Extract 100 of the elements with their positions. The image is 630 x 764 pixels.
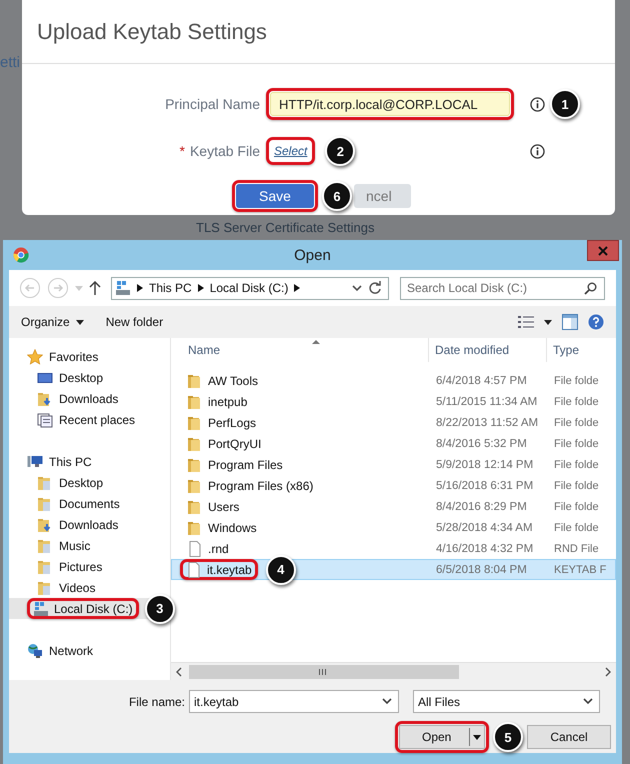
breadcrumb-arrow-icon xyxy=(137,284,143,292)
sidebar-label: This PC xyxy=(49,454,92,468)
type-cell-text: File folde xyxy=(553,522,600,534)
chevron-down-icon xyxy=(583,698,593,705)
sidebar-item[interactable]: Downloads xyxy=(9,514,170,535)
date-cell-text: 5/9/2018 12:14 PM xyxy=(435,458,534,470)
background-text: etti xyxy=(0,54,20,71)
folder-icon xyxy=(187,498,203,514)
breadcrumb-arrow-icon xyxy=(198,284,204,292)
new-folder-button[interactable]: New folder xyxy=(102,313,168,331)
star-icon xyxy=(27,348,43,364)
dialog-title: Upload Keytab Settings xyxy=(37,18,267,44)
type-cell-text: File folde xyxy=(553,396,600,408)
download-folder-icon xyxy=(37,516,53,532)
sidebar-item[interactable]: Desktop xyxy=(9,367,170,388)
info-icon[interactable] xyxy=(530,144,544,158)
refresh-icon[interactable] xyxy=(368,281,382,295)
type-cell-text: File folde xyxy=(553,500,600,512)
type-cell-text: File folde xyxy=(553,458,600,470)
caret-icon[interactable] xyxy=(473,734,481,740)
open-button[interactable]: Open xyxy=(399,725,485,749)
close-button[interactable] xyxy=(587,240,619,261)
search-field[interactable]: Search Local Disk (C:) xyxy=(400,276,605,300)
file-name: PerfLogs xyxy=(208,416,256,430)
preview-pane-icon[interactable] xyxy=(562,314,578,330)
sidebar-label: Downloads xyxy=(59,518,118,532)
view-options-icon[interactable] xyxy=(518,315,534,329)
info-icon[interactable] xyxy=(530,96,544,112)
date-cell-text: 5/11/2015 11:34 AM xyxy=(435,396,538,408)
up-arrow-icon[interactable] xyxy=(89,281,101,295)
type-cell-text: File folde xyxy=(553,438,600,450)
file-name: .rnd xyxy=(208,542,229,556)
help-icon[interactable] xyxy=(588,314,604,330)
date-cell-text: 8/4/2016 8:29 PM xyxy=(435,500,528,512)
chevron-down-icon[interactable] xyxy=(352,284,362,292)
sidebar-item[interactable]: Network xyxy=(9,640,170,661)
sidebar-item[interactable]: This PC xyxy=(9,451,170,472)
date-cell-text: 8/4/2016 5:32 PM xyxy=(435,438,528,450)
sidebar-item[interactable]: Desktop xyxy=(9,472,170,493)
file-row[interactable]: inetpub 5/11/2015 11:34 AM File folde xyxy=(171,391,616,412)
file-name-field[interactable]: it.keytab xyxy=(189,690,399,713)
column-header[interactable]: Name xyxy=(171,338,429,362)
sidebar-label: Local Disk (C:) xyxy=(54,602,133,616)
callout-badge: 4 xyxy=(266,554,296,584)
type-cell-text: File folde xyxy=(553,416,600,428)
sidebar-item[interactable]: Pictures xyxy=(9,556,170,577)
date-cell-text: 6/4/2018 4:57 PM xyxy=(435,374,528,386)
file-name: Program Files (x86) xyxy=(208,478,314,492)
breadcrumb[interactable]: Local Disk (C:) xyxy=(210,281,288,295)
folder-icon xyxy=(37,474,53,490)
window-title: Open xyxy=(293,246,332,264)
file-row[interactable]: Program Files 5/9/2018 12:14 PM File folde xyxy=(171,454,616,475)
sidebar-label: Favorites xyxy=(49,350,98,364)
sidebar-item[interactable]: Recent places xyxy=(9,409,170,430)
sidebar-item[interactable]: Music xyxy=(9,535,170,556)
file-icon xyxy=(186,562,202,578)
column-header[interactable]: Date modified xyxy=(429,338,547,362)
chevron-down-icon[interactable] xyxy=(382,698,392,705)
file-row[interactable]: AW Tools 6/4/2018 4:57 PM File folde xyxy=(171,370,616,391)
sidebar-label: Pictures xyxy=(59,560,102,574)
sidebar-item[interactable]: Favorites xyxy=(9,346,170,367)
network-icon xyxy=(27,642,43,658)
sidebar-label: Videos xyxy=(59,580,96,594)
file-icon xyxy=(187,540,203,556)
input-field[interactable]: HTTP/it.corp.local@CORP.LOCAL xyxy=(270,92,510,116)
scrollbar-thumb[interactable] xyxy=(189,664,459,678)
required-mark: * xyxy=(180,143,185,159)
column-header[interactable]: Type xyxy=(547,338,616,362)
file-row[interactable]: PerfLogs 8/22/2013 11:52 AM File folde xyxy=(171,412,616,433)
date-cell-text: 4/16/2018 4:32 PM xyxy=(435,542,534,554)
folder-icon xyxy=(37,496,53,512)
background-text: TLS Server Certificate Settings xyxy=(196,220,374,235)
cancel-button[interactable]: Cancel xyxy=(527,725,611,749)
file-type-dropdown[interactable]: All Files xyxy=(413,690,600,713)
breadcrumb[interactable]: This PC xyxy=(149,281,192,295)
organize-button[interactable]: Organize xyxy=(17,313,88,331)
callout-badge: 5 xyxy=(493,722,523,752)
sidebar-item[interactable]: Downloads xyxy=(9,388,170,409)
sidebar-label: Documents xyxy=(59,496,120,510)
date-cell-text: 5/16/2018 6:31 PM xyxy=(435,480,534,492)
file-name: inetpub xyxy=(208,394,248,408)
app-icon xyxy=(13,247,29,263)
save-button[interactable]: Save xyxy=(236,184,314,208)
folder-icon xyxy=(187,520,203,536)
caret-icon[interactable] xyxy=(544,320,552,324)
folder-icon xyxy=(187,436,203,452)
address-bar[interactable]: This PC Local Disk (C:) xyxy=(111,276,389,300)
file-name: AW Tools xyxy=(208,374,258,388)
horizontal-scrollbar[interactable] xyxy=(171,662,616,680)
file-row[interactable]: Windows 5/28/2018 4:34 AM File folde xyxy=(171,517,616,538)
file-row[interactable]: PortQryUI 8/4/2016 5:32 PM File folde xyxy=(171,433,616,454)
search-icon[interactable] xyxy=(584,282,597,294)
file-name-label: File name: xyxy=(128,694,186,708)
computer-icon xyxy=(27,454,43,470)
sidebar-label: Network xyxy=(49,644,94,658)
sidebar-item[interactable]: Documents xyxy=(9,493,170,514)
file-row[interactable]: Users 8/4/2016 8:29 PM File folde xyxy=(171,496,616,517)
file-row[interactable]: Program Files (x86) 5/16/2018 6:31 PM File folde xyxy=(171,475,616,496)
select-link[interactable]: Select xyxy=(270,141,312,161)
field-label: Keytab File xyxy=(190,143,260,159)
